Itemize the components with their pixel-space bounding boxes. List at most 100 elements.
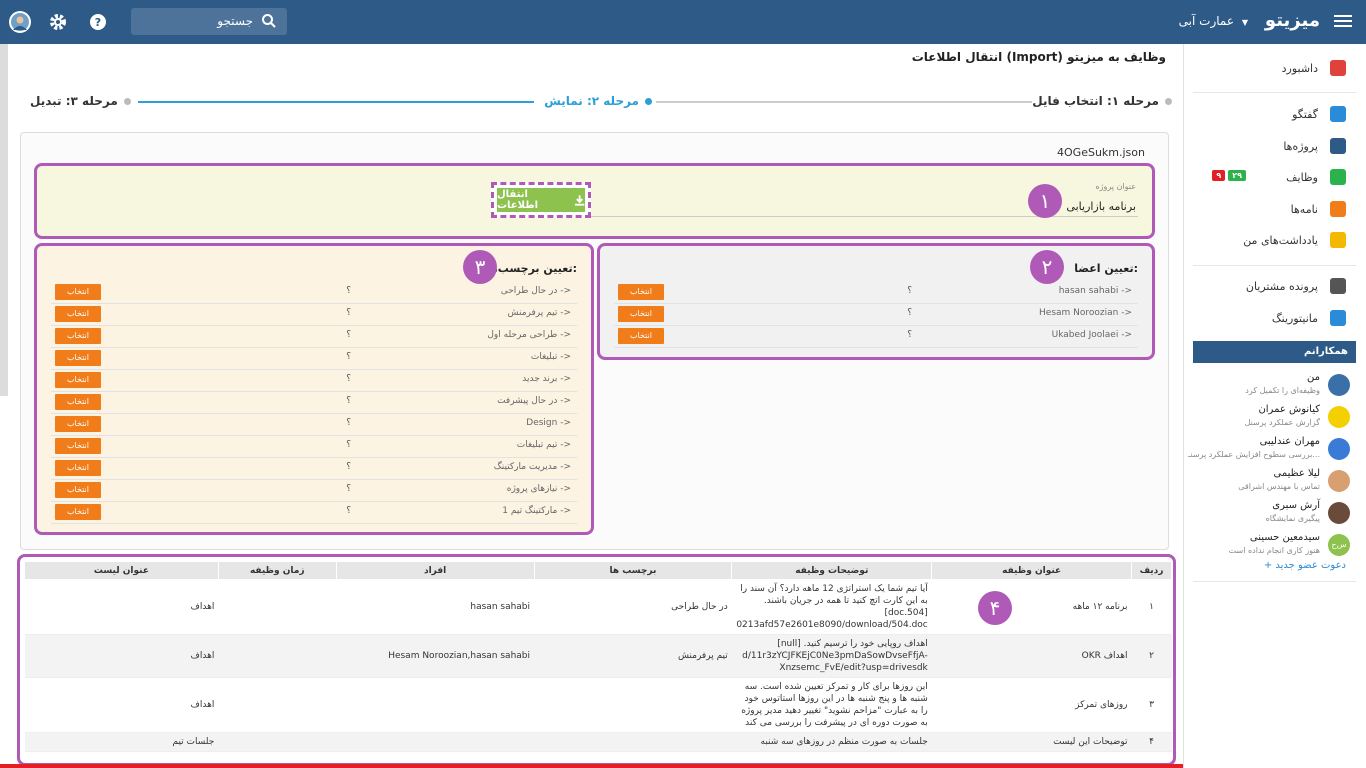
teammate-item[interactable]: آرش سبری پیگیری نمایشگاه <box>1190 498 1350 530</box>
avatar <box>1328 374 1350 396</box>
select-button[interactable]: انتخاب <box>618 284 664 300</box>
mapping-source: Ukabed Joolaei -> <box>1051 330 1132 340</box>
table-cell-n: ۳ <box>1131 677 1172 733</box>
select-button[interactable]: انتخاب <box>55 504 101 520</box>
search-icon <box>262 14 276 28</box>
project-value[interactable]: برنامه بازاریابی <box>1066 200 1136 213</box>
step-3[interactable]: مرحله ۳: تبدیل <box>30 94 131 108</box>
sidebar-item-monitoring[interactable]: مانیتورینگ <box>1272 310 1346 326</box>
import-button[interactable]: انتقال اطلاعات <box>497 188 585 212</box>
table-cell-tags: تیم پرفرمنش <box>534 634 732 678</box>
select-button[interactable]: انتخاب <box>55 394 101 410</box>
company-selector[interactable]: عمارت آبی ▼ <box>1179 14 1248 28</box>
teammate-status: بررسی سطوح افزایش عملکرد پرسنـ... <box>1188 450 1320 459</box>
brand-logo[interactable]: میزیتو <box>1265 10 1320 31</box>
table-cell-tags: در حال طراحی <box>534 579 732 635</box>
mapping-row: مارکتینگ تیم 1 -> ؟ انتخاب <box>51 502 577 524</box>
select-button[interactable]: انتخاب <box>55 416 101 432</box>
company-name: عمارت آبی <box>1178 14 1235 28</box>
menu-icon[interactable] <box>1334 12 1352 28</box>
sidebar: داشبورد گفتگو پروژه‌ها وظایف ۲۹ ۹ نامه‌ها یاددا… <box>1183 44 1366 768</box>
search-input[interactable]: جستجو <box>131 8 287 35</box>
table-row[interactable]: ۲ اهداف OKR اهداف روپایی خود را ترسیم کنید… <box>24 634 1172 678</box>
sidebar-item-label: پرونده مشتریان <box>1245 279 1318 293</box>
mapping-target: ؟ <box>346 374 351 384</box>
table-row[interactable]: ۴ توضیحات این لیست جلسات به صورت منظم در ر… <box>24 732 1172 752</box>
mapping-target: ؟ <box>907 330 912 340</box>
mapping-source: مارکتینگ تیم 1 -> <box>502 506 571 516</box>
mapping-source: برند جدید -> <box>522 374 571 384</box>
select-button[interactable]: انتخاب <box>55 482 101 498</box>
top-bar: میزیتو عمارت آبی ▼ جستجو ? <box>0 0 1366 44</box>
gear-icon[interactable] <box>48 12 68 32</box>
select-button[interactable]: انتخاب <box>618 306 664 322</box>
teammate-item[interactable]: لیلا عظیمی تماس با مهندس اشراقی <box>1190 466 1350 498</box>
task-badges: ۲۹ ۹ <box>1212 170 1246 181</box>
select-button[interactable]: انتخاب <box>55 438 101 454</box>
teammate-status: پیگیری نمایشگاه <box>1265 514 1320 523</box>
teammate-status: هنوز کاری انجام نداده است <box>1228 546 1320 555</box>
teammate-status: گزارش عملکرد پرسنل <box>1244 418 1320 427</box>
step-label: مرحله ۱: انتخاب فایل <box>1032 94 1159 108</box>
select-button[interactable]: انتخاب <box>55 460 101 476</box>
mapping-target: ؟ <box>346 484 351 494</box>
sidebar-item-home[interactable]: داشبورد <box>1282 60 1346 76</box>
preview-table-section: ۴ ردیف عنوان وظیفه توضیحات وظیفه برچسب ه… <box>17 554 1176 766</box>
table-cell-desc: اهداف روپایی خود را ترسیم کنید. [null] d… <box>731 634 932 678</box>
select-button[interactable]: انتخاب <box>55 328 101 344</box>
teammate-status: وظیفه‌ای را تکمیل کرد <box>1245 386 1320 395</box>
table-cell-list: جلسات تیم <box>24 732 219 752</box>
sidebar-item-notes[interactable]: یادداشت‌های من <box>1243 232 1346 248</box>
select-button[interactable]: انتخاب <box>55 372 101 388</box>
mapping-row: تیم پرفرمنش -> ؟ انتخاب <box>51 304 577 326</box>
avatar <box>1328 438 1350 460</box>
mapping-target: ؟ <box>346 396 351 406</box>
import-button-label: انتقال اطلاعات <box>497 189 539 211</box>
table-cell-title: اهداف OKR <box>931 634 1132 678</box>
monitoring-icon <box>1330 310 1346 326</box>
table-cell-desc: جلسات به صورت منظم در روزهای سه شنبه <box>731 732 932 752</box>
user-avatar[interactable] <box>9 11 31 33</box>
mapping-row: مدیریت مارکتینگ -> ؟ انتخاب <box>51 458 577 480</box>
step-2[interactable]: مرحله ۲: نمایش <box>544 94 652 108</box>
teammate-item[interactable]: من وظیفه‌ای را تکمیل کرد <box>1190 370 1350 402</box>
teammate-item[interactable]: کیانوش عمران گزارش عملکرد پرسنل <box>1190 402 1350 434</box>
select-button[interactable]: انتخاب <box>55 284 101 300</box>
table-cell-title: روزهای تمرکز <box>931 677 1132 733</box>
column-header: توضیحات وظیفه <box>731 561 933 580</box>
mapping-source: طراحی مرحله اول -> <box>487 330 571 340</box>
select-button[interactable]: انتخاب <box>55 306 101 322</box>
mapping-source: تیم پرفرمنش -> <box>507 308 571 318</box>
mapping-target: ؟ <box>346 352 351 362</box>
mapping-target: ؟ <box>907 286 912 296</box>
help-icon[interactable]: ? <box>88 12 108 32</box>
mapping-source: نیازهای پروژه -> <box>506 484 571 494</box>
teammate-item[interactable]: مهران عندلیبی بررسی سطوح افزایش عملکرد پر… <box>1188 434 1350 466</box>
table-row[interactable]: ۳ روزهای تمرکز این روزها برای کار و تمرکز … <box>24 677 1172 733</box>
invite-member-link[interactable]: + دعوت عضو جدید <box>1264 560 1346 571</box>
sidebar-item-mail[interactable]: نامه‌ها <box>1291 201 1346 217</box>
column-header: زمان وظیفه <box>217 561 337 580</box>
sidebar-item-tasks[interactable]: وظایف ۲۹ ۹ <box>1212 169 1346 185</box>
table-cell-desc: آیا تیم شما یک استراتژی 12 ماهه دارد؟ آن… <box>731 579 932 635</box>
avatar <box>1328 406 1350 428</box>
sidebar-item-projects[interactable]: پروژه‌ها <box>1283 138 1346 154</box>
mapping-source: در حال طراحی -> <box>500 286 571 296</box>
teammate-item[interactable]: س‌ح سیدمعین حسینی هنوز کاری انجام نداده اس… <box>1190 530 1350 562</box>
mail-icon <box>1330 201 1346 217</box>
select-button[interactable]: انتخاب <box>55 350 101 366</box>
sidebar-item-customers[interactable]: پرونده مشتریان <box>1246 278 1346 294</box>
mapping-source: تیم تبلیغات -> <box>516 440 571 450</box>
step-1[interactable]: مرحله ۱: انتخاب فایل <box>1032 94 1172 108</box>
sidebar-item-chat[interactable]: گفتگو <box>1292 106 1346 122</box>
table-cell-people <box>336 677 535 733</box>
customers-icon <box>1330 278 1346 294</box>
table-cell-title: توضیحات این لیست <box>931 732 1132 752</box>
mapping-row: در حال طراحی -> ؟ انتخاب <box>51 282 577 304</box>
mapping-source: hasan sahabi -> <box>1058 286 1132 296</box>
wizard-stepper: مرحله ۱: انتخاب فایل مرحله ۲: نمایش مرحل… <box>30 92 1172 112</box>
select-button[interactable]: انتخاب <box>618 328 664 344</box>
badge-red: ۹ <box>1212 170 1226 181</box>
avatar: س‌ح <box>1328 534 1350 556</box>
sidebar-divider <box>1193 581 1356 582</box>
